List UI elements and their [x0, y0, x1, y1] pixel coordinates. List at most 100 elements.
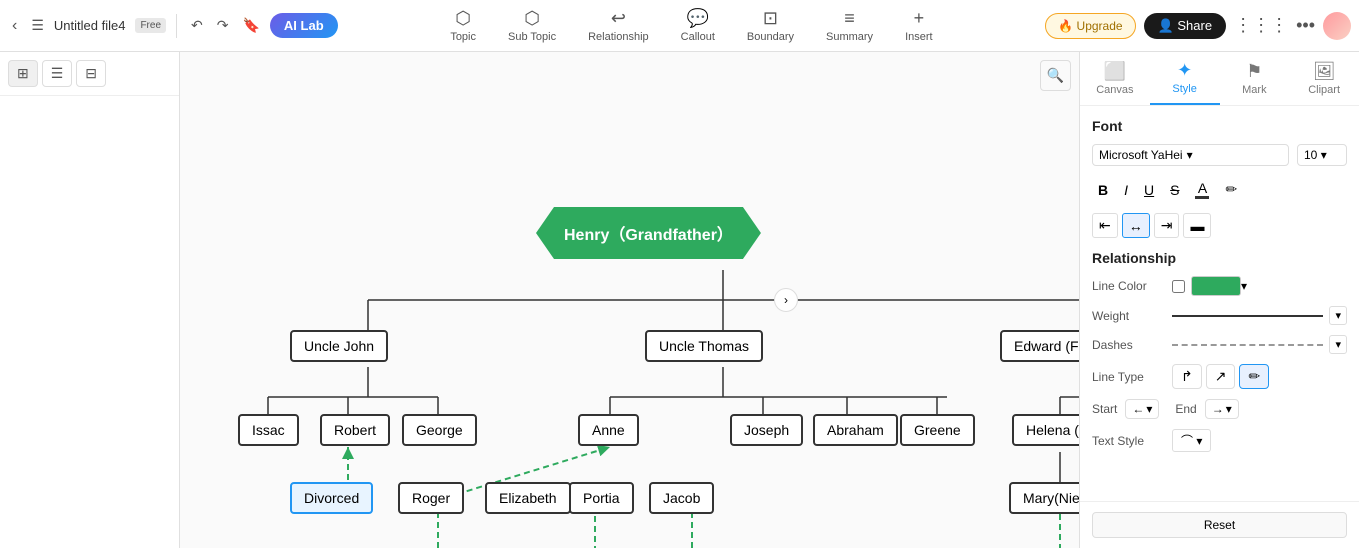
elizabeth-box: Elizabeth [485, 482, 571, 514]
font-family-selector[interactable]: Microsoft YaHei ▾ [1092, 144, 1289, 166]
greene-box: Greene [900, 414, 975, 446]
start-label: Start [1092, 402, 1117, 416]
text-style-dropdown[interactable]: ⌒ ▾ [1172, 429, 1211, 452]
weight-dropdown[interactable]: ▾ [1329, 306, 1347, 325]
mary-box: Mary(Niece) [1009, 482, 1079, 514]
line-color-checkbox[interactable] [1172, 280, 1185, 293]
dashes-dropdown[interactable]: ▾ [1329, 335, 1347, 354]
mark-tab-label: Mark [1242, 84, 1266, 96]
portia-node[interactable]: Portia [569, 482, 634, 514]
redo-button[interactable]: ↷ [213, 13, 233, 38]
font-color-button[interactable]: A [1189, 176, 1215, 203]
avatar[interactable] [1323, 12, 1351, 40]
elizabeth-node[interactable]: Elizabeth [485, 482, 571, 514]
font-family-arrow: ▾ [1187, 148, 1193, 162]
back-button[interactable]: ‹ [8, 13, 21, 39]
george-box: George [402, 414, 477, 446]
align-left-button[interactable]: ⇤ [1092, 213, 1118, 238]
font-size-selector[interactable]: 10 ▾ [1297, 144, 1347, 166]
save-button[interactable]: 🔖 [238, 13, 263, 38]
list-view-button[interactable]: ☰ [42, 60, 73, 87]
joseph-node[interactable]: Joseph [730, 414, 803, 446]
clipart-tab-label: Clipart [1308, 84, 1340, 96]
tab-mark[interactable]: ⚑ Mark [1220, 53, 1290, 104]
tab-style[interactable]: ✦ Style [1150, 52, 1220, 105]
root-node[interactable]: Henry（Grandfather） [536, 207, 761, 259]
greene-node[interactable]: Greene [900, 414, 975, 446]
george-node[interactable]: George [402, 414, 477, 446]
panel-collapse-arrow[interactable]: › [774, 288, 798, 312]
tab-clipart[interactable]: 🖼 Clipart [1289, 53, 1359, 104]
pen-button[interactable]: ✏ [1219, 176, 1243, 203]
share-button[interactable]: 👤 Share [1144, 13, 1227, 39]
underline-button[interactable]: U [1138, 176, 1160, 203]
callout-tool[interactable]: 💬 Callout [673, 4, 723, 47]
italic-button[interactable]: I [1118, 176, 1134, 203]
canvas-area[interactable]: 🔍 [180, 52, 1079, 548]
tab-canvas[interactable]: ⬜ Canvas [1080, 53, 1150, 104]
edward-node[interactable]: Edward (Father) [1000, 330, 1079, 362]
weight-control: ▾ [1172, 306, 1347, 325]
font-color-bar [1195, 196, 1209, 199]
ai-lab-button[interactable]: AI Lab [270, 13, 338, 38]
strikethrough-button[interactable]: S [1164, 176, 1185, 203]
issac-node[interactable]: Issac [238, 414, 299, 446]
topic-tool[interactable]: ⬡ Topic [442, 4, 484, 47]
line-color-swatch[interactable] [1191, 276, 1241, 296]
reset-button[interactable]: Reset [1092, 512, 1347, 538]
line-color-dropdown[interactable]: ▾ [1241, 279, 1247, 293]
grid-icon[interactable]: ⋮⋮⋮ [1234, 15, 1288, 36]
roger-node[interactable]: Roger [398, 482, 464, 514]
line-type-straight[interactable]: ✏ [1239, 364, 1269, 389]
end-arrow: ▾ [1226, 402, 1232, 416]
divorced-node[interactable]: Divorced [290, 482, 373, 514]
undo-button[interactable]: ↶ [187, 13, 207, 38]
dashes-preview [1172, 344, 1323, 346]
right-panel: ⬜ Canvas ✦ Style ⚑ Mark 🖼 Clipart Font M… [1079, 52, 1359, 548]
align-justify-button[interactable]: ▬ [1183, 213, 1211, 238]
toolbar-center: ⬡ Topic ⬡ Sub Topic ↩ Relationship 💬 Cal… [344, 4, 1040, 47]
mary-node[interactable]: Mary(Niece) [1009, 482, 1079, 514]
line-type-label: Line Type [1092, 370, 1172, 384]
grid-view-button[interactable]: ⊞ [8, 60, 38, 87]
anne-node[interactable]: Anne [578, 414, 639, 446]
search-button[interactable]: 🔍 [1040, 60, 1071, 91]
helena-node[interactable]: Helena (Sister) [1012, 414, 1079, 446]
uncle-john-node[interactable]: Uncle John [290, 330, 388, 362]
abraham-box: Abraham [813, 414, 898, 446]
line-type-angled[interactable]: ↗ [1206, 364, 1236, 389]
upgrade-button[interactable]: 🔥 Upgrade [1045, 13, 1135, 39]
align-right-button[interactable]: ⇥ [1154, 213, 1180, 238]
font-section-title: Font [1092, 118, 1347, 134]
more-icon[interactable]: ••• [1296, 15, 1315, 36]
search-container: 🔍 [1040, 60, 1071, 91]
bold-button[interactable]: B [1092, 176, 1114, 203]
connections-svg [180, 52, 1079, 548]
robert-box: Robert [320, 414, 390, 446]
line-type-curved[interactable]: ↱ [1172, 364, 1202, 389]
align-center-button[interactable]: ↔ [1122, 213, 1150, 238]
toolbar-right: 🔥 Upgrade 👤 Share ⋮⋮⋮ ••• [1045, 12, 1351, 40]
free-badge: Free [135, 18, 166, 33]
start-end-row: Start ← ▾ End → ▾ [1092, 399, 1347, 419]
jacob-node[interactable]: Jacob [649, 482, 714, 514]
end-control[interactable]: → ▾ [1205, 399, 1239, 419]
summary-tool[interactable]: ≡ Summary [818, 4, 881, 47]
canvas-tab-icon: ⬜ [1104, 61, 1126, 82]
abraham-node[interactable]: Abraham [813, 414, 898, 446]
robert-node[interactable]: Robert [320, 414, 390, 446]
weight-preview [1172, 315, 1323, 317]
relationship-icon: ↩ [611, 8, 626, 29]
roger-box: Roger [398, 482, 464, 514]
relationship-label: Relationship [588, 31, 649, 43]
line-color-label: Line Color [1092, 279, 1172, 293]
style-tab-icon: ✦ [1177, 60, 1192, 81]
boundary-tool[interactable]: ⊡ Boundary [739, 4, 802, 47]
start-control[interactable]: ← ▾ [1125, 399, 1159, 419]
table-view-button[interactable]: ⊟ [76, 60, 106, 87]
relationship-tool[interactable]: ↩ Relationship [580, 4, 657, 47]
uncle-thomas-node[interactable]: Uncle Thomas [645, 330, 763, 362]
menu-button[interactable]: ☰ [27, 13, 48, 38]
insert-tool[interactable]: + Insert [897, 4, 941, 47]
subtopic-tool[interactable]: ⬡ Sub Topic [500, 4, 564, 47]
